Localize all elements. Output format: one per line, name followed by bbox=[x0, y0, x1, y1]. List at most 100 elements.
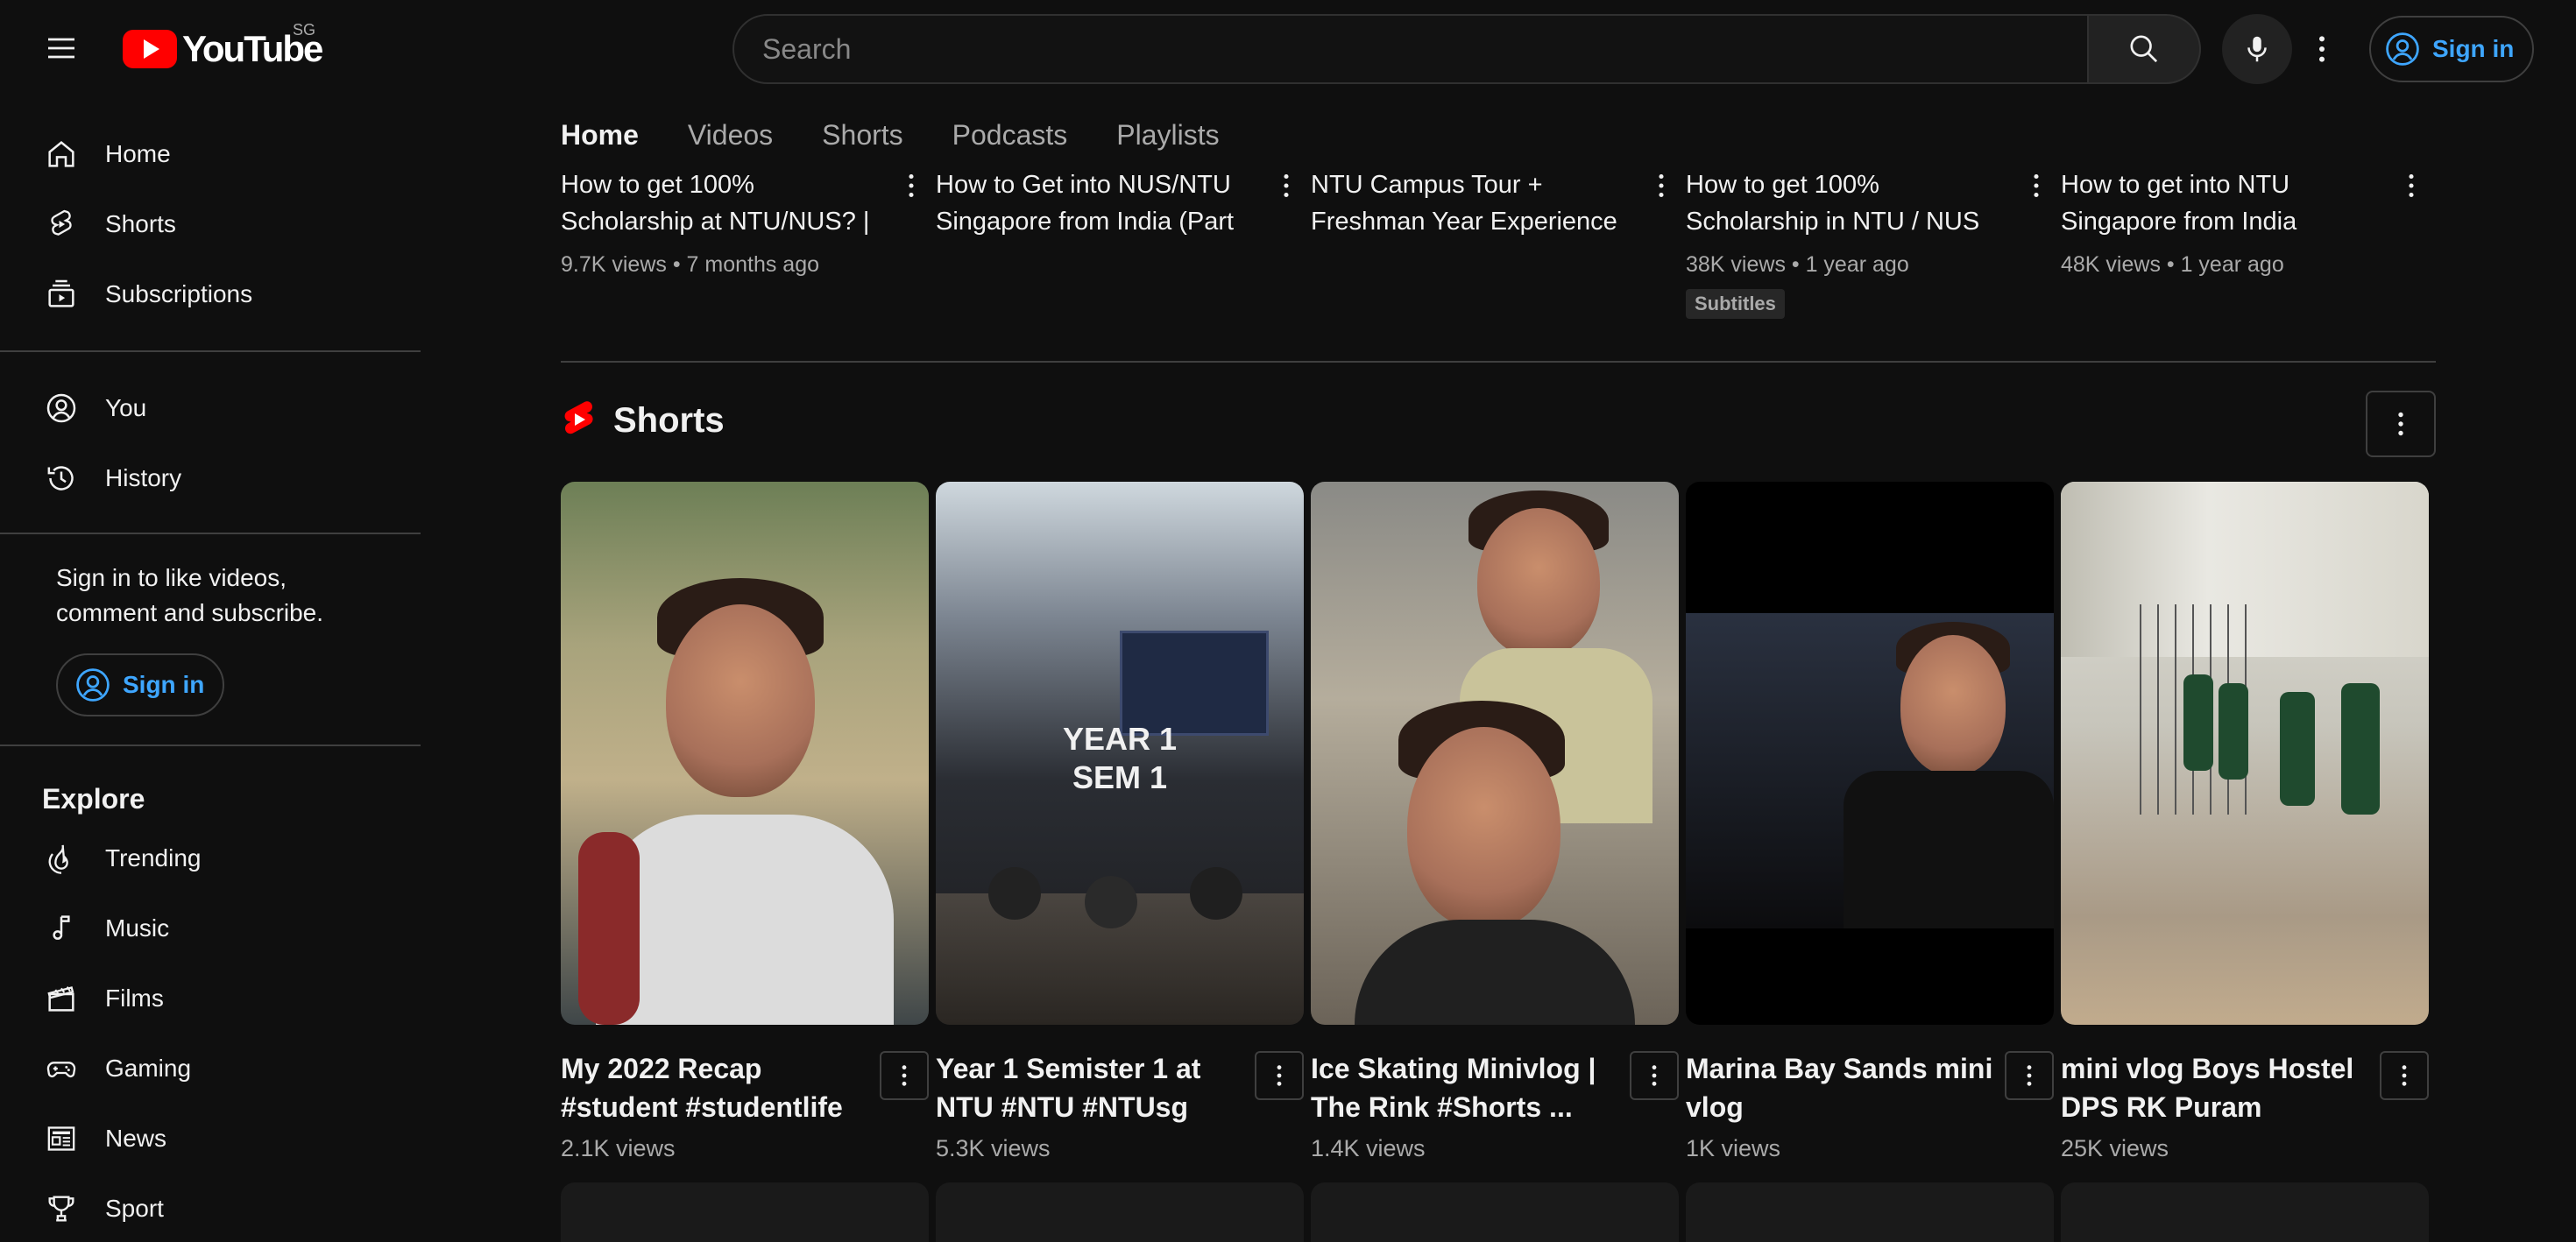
short-more-actions[interactable] bbox=[1255, 1051, 1304, 1100]
video-more-actions[interactable] bbox=[894, 170, 929, 205]
short-more-actions[interactable] bbox=[1630, 1051, 1679, 1100]
kebab-icon bbox=[2398, 412, 2403, 436]
films-icon bbox=[21, 981, 105, 1016]
short-views: 2.1K views bbox=[561, 1135, 676, 1161]
sidebar-item-label: History bbox=[105, 464, 182, 491]
video-more-actions[interactable] bbox=[1644, 170, 1679, 205]
short-title[interactable]: Year 1 Semister 1 at NTU #NTU #NTUsg #s.… bbox=[936, 1049, 1304, 1126]
short-title[interactable]: mini vlog Boys Hostel DPS RK Puram bbox=[2061, 1049, 2429, 1126]
sidebar-item-label: News bbox=[105, 1125, 167, 1152]
short-views: 5.3K views bbox=[936, 1135, 1051, 1161]
video-card[interactable]: How to get 100% Scholarship at NTU/NUS? … bbox=[561, 166, 929, 278]
sidebar-divider bbox=[0, 744, 421, 746]
short-thumbnail[interactable] bbox=[1686, 482, 2054, 1025]
video-meta: 38K views • 1 year ago bbox=[1686, 252, 1909, 277]
short-more-actions[interactable] bbox=[2380, 1051, 2429, 1100]
video-title[interactable]: How to get 100% Scholarship at NTU/NUS? … bbox=[561, 166, 929, 240]
short-thumbnail[interactable] bbox=[2061, 482, 2429, 1025]
short-views: 25K views bbox=[2061, 1135, 2169, 1161]
sidebar-item-label: Music bbox=[105, 914, 170, 942]
youtube-logo[interactable]: YouTube SG bbox=[123, 21, 323, 72]
short-card[interactable]: mini vlog Boys Hostel DPS RK Puram 25K v… bbox=[2061, 482, 2429, 1162]
sidebar-signin-button[interactable]: Sign in bbox=[56, 653, 224, 716]
sidebar-item-sport[interactable]: Sport bbox=[21, 1175, 379, 1242]
video-meta: 48K views • 1 year ago bbox=[2061, 252, 2284, 277]
sidebar-item-history[interactable]: History bbox=[21, 445, 379, 512]
sidebar-item-music[interactable]: Music bbox=[21, 895, 379, 962]
guide-menu-button[interactable] bbox=[28, 23, 95, 74]
shorts-heading: Shorts bbox=[613, 400, 725, 440]
sidebar-item-label: Trending bbox=[105, 844, 202, 872]
sidebar-item-trending[interactable]: Trending bbox=[21, 825, 379, 892]
video-more-actions[interactable] bbox=[2394, 170, 2429, 205]
video-title[interactable]: How to get into NTU Singapore from India… bbox=[2061, 166, 2429, 240]
short-thumbnail[interactable] bbox=[1311, 482, 1679, 1025]
sidebar-item-news[interactable]: News bbox=[21, 1105, 379, 1172]
kebab-icon bbox=[2027, 1065, 2032, 1086]
kebab-icon bbox=[2319, 36, 2325, 62]
logo-row: YouTube SG bbox=[0, 0, 421, 98]
person-face bbox=[1477, 508, 1600, 657]
video-card-partial[interactable] bbox=[2061, 1182, 2429, 1242]
sidebar-item-label: Films bbox=[105, 984, 164, 1012]
settings-menu-button[interactable] bbox=[2287, 14, 2357, 84]
tab-playlists[interactable]: Playlists bbox=[1116, 119, 1219, 152]
video-title[interactable]: NTU Campus Tour + Freshman Year Experien… bbox=[1311, 166, 1679, 240]
header-signin-button[interactable]: Sign in bbox=[2369, 16, 2534, 82]
signin-label: Sign in bbox=[123, 671, 205, 698]
voice-search-button[interactable] bbox=[2222, 14, 2292, 84]
short-title[interactable]: My 2022 Recap #student #studentlife ... bbox=[561, 1049, 929, 1126]
home-icon bbox=[21, 137, 105, 172]
short-card[interactable]: YEAR 1 SEM 1 Year 1 Semister 1 at NTU #N… bbox=[936, 482, 1304, 1162]
shorts-icon bbox=[21, 207, 105, 242]
video-card[interactable]: How to get into NTU Singapore from India… bbox=[2061, 166, 2429, 278]
short-card[interactable]: My 2022 Recap #student #studentlife ... … bbox=[561, 482, 929, 1162]
sidebar-item-you[interactable]: You bbox=[21, 375, 379, 441]
search-input[interactable] bbox=[762, 32, 2087, 66]
short-title[interactable]: Ice Skating Minivlog | The Rink #Shorts … bbox=[1311, 1049, 1679, 1126]
short-thumbnail[interactable]: YEAR 1 SEM 1 bbox=[936, 482, 1304, 1025]
subscriptions-icon bbox=[21, 277, 105, 312]
short-card[interactable]: Ice Skating Minivlog | The Rink #Shorts … bbox=[1311, 482, 1679, 1162]
short-card[interactable]: Marina Bay Sands mini vlog 1K views bbox=[1686, 482, 2054, 1162]
search-box[interactable] bbox=[732, 14, 2089, 84]
video-card-partial[interactable] bbox=[1311, 1182, 1679, 1242]
video-more-actions[interactable] bbox=[1269, 170, 1304, 205]
shorts-section-more[interactable] bbox=[2366, 391, 2436, 457]
thumbnail-overlay-text: YEAR 1 SEM 1 bbox=[1062, 721, 1178, 795]
short-more-actions[interactable] bbox=[2005, 1051, 2054, 1100]
sidebar-item-gaming[interactable]: Gaming bbox=[21, 1035, 379, 1102]
you-icon bbox=[21, 391, 105, 426]
video-card-partial[interactable] bbox=[936, 1182, 1304, 1242]
section-divider bbox=[561, 361, 2436, 363]
video-meta: 9.7K views • 7 months ago bbox=[561, 252, 820, 277]
video-card-partial[interactable] bbox=[1686, 1182, 2054, 1242]
sidebar-item-films[interactable]: Films bbox=[21, 965, 379, 1032]
sidebar-item-label: Gaming bbox=[105, 1055, 192, 1082]
video-title[interactable]: How to get 100% Scholarship in NTU / NUS… bbox=[1686, 166, 2054, 240]
video-card[interactable]: How to get 100% Scholarship in NTU / NUS… bbox=[1686, 166, 2054, 278]
tab-home[interactable]: Home bbox=[561, 119, 639, 152]
short-thumbnail[interactable] bbox=[561, 482, 929, 1025]
sidebar-item-label: Sport bbox=[105, 1195, 164, 1222]
short-title[interactable]: Marina Bay Sands mini vlog bbox=[1686, 1049, 2054, 1126]
video-card-partial[interactable] bbox=[561, 1182, 929, 1242]
sidebar-item-label: Home bbox=[105, 140, 171, 167]
tab-videos[interactable]: Videos bbox=[688, 119, 773, 152]
sidebar-item-shorts[interactable]: Shorts bbox=[21, 191, 379, 258]
kebab-icon bbox=[2409, 173, 2414, 198]
tab-shorts[interactable]: Shorts bbox=[822, 119, 902, 152]
video-more-actions[interactable] bbox=[2019, 170, 2054, 205]
tab-podcasts[interactable]: Podcasts bbox=[952, 119, 1068, 152]
video-card[interactable]: How to Get into NUS/NTU Singapore from I… bbox=[936, 166, 1304, 252]
video-card[interactable]: NTU Campus Tour + Freshman Year Experien… bbox=[1311, 166, 1679, 252]
video-title[interactable]: How to Get into NUS/NTU Singapore from I… bbox=[936, 166, 1304, 240]
short-more-actions[interactable] bbox=[880, 1051, 929, 1100]
kebab-icon bbox=[1284, 173, 1289, 198]
sidebar-item-home[interactable]: Home bbox=[21, 121, 379, 187]
sidebar-item-label: Shorts bbox=[105, 210, 176, 237]
person-face bbox=[666, 604, 815, 797]
signin-prompt: Sign in to like videos, comment and subs… bbox=[56, 564, 324, 626]
search-button[interactable] bbox=[2089, 14, 2201, 84]
sidebar-item-subscriptions[interactable]: Subscriptions bbox=[21, 261, 379, 328]
